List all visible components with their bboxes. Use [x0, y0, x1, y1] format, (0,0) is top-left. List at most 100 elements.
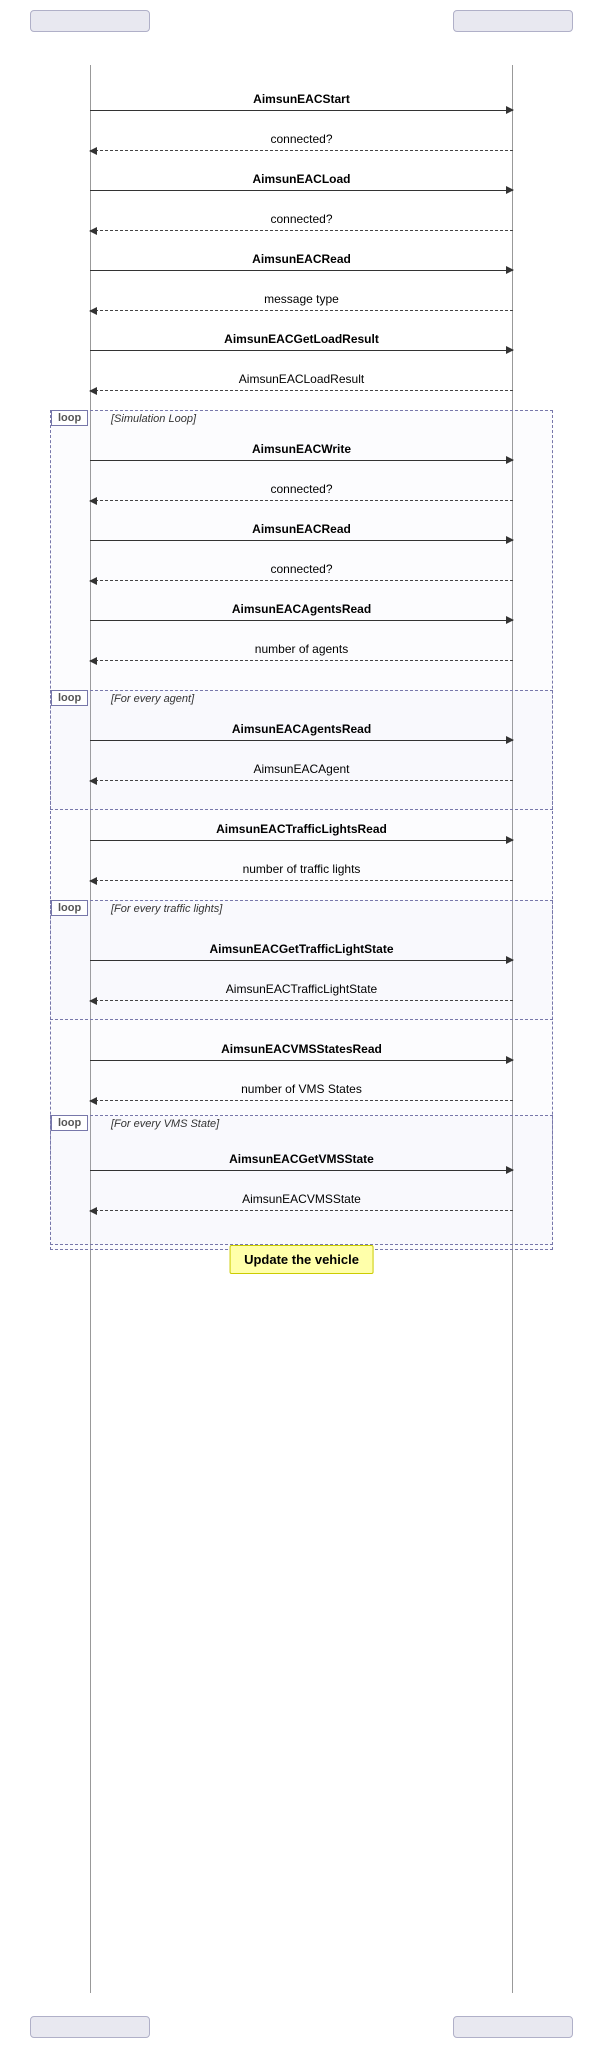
- frame-condition-f2: [For every agent]: [111, 693, 194, 705]
- arrow-label-a22: number of VMS States: [90, 1082, 513, 1096]
- arrow-label-a1: AimsunEACStart: [90, 92, 513, 106]
- arrow-label-a6: message type: [90, 292, 513, 306]
- arrow-line-a17: [90, 840, 513, 841]
- arrowhead-a21: [506, 1056, 514, 1064]
- arrowhead-a4: [89, 227, 97, 235]
- frame-label-f2: loop: [51, 690, 88, 706]
- frame-condition-f3: [For every traffic lights]: [111, 903, 222, 915]
- diagram-container: loop[Simulation Loop]loop[For every agen…: [0, 0, 603, 2048]
- arrow-a15: AimsunEACAgentsRead: [0, 720, 603, 750]
- arrow-label-a11: AimsunEACRead: [90, 522, 513, 536]
- arrow-a2: connected?: [0, 130, 603, 160]
- arrowhead-a18: [89, 877, 97, 885]
- arrow-a21: AimsunEACVMSStatesRead: [0, 1040, 603, 1070]
- arrow-a14: number of agents: [0, 640, 603, 670]
- arrow-a19: AimsunEACGetTrafficLightState: [0, 940, 603, 970]
- arrow-line-a16: [90, 780, 513, 781]
- arrow-label-a24: AimsunEACVMSState: [90, 1192, 513, 1206]
- arrow-a12: connected?: [0, 560, 603, 590]
- arrow-a24: AimsunEACVMSState: [0, 1190, 603, 1220]
- arrowhead-a15: [506, 736, 514, 744]
- arrow-line-a18: [90, 880, 513, 881]
- arrow-a20: AimsunEACTrafficLightState: [0, 980, 603, 1010]
- arrow-label-a18: number of traffic lights: [90, 862, 513, 876]
- arrow-line-a6: [90, 310, 513, 311]
- arrow-line-a24: [90, 1210, 513, 1211]
- arrowhead-a9: [506, 456, 514, 464]
- arrowhead-a16: [89, 777, 97, 785]
- arrow-line-a13: [90, 620, 513, 621]
- arrow-line-a3: [90, 190, 513, 191]
- arrow-label-a2: connected?: [90, 132, 513, 146]
- arrow-a4: connected?: [0, 210, 603, 240]
- arrow-a9: AimsunEACWrite: [0, 440, 603, 470]
- frame-f2: loop [For every agent]: [50, 690, 553, 810]
- arrowhead-a17: [506, 836, 514, 844]
- arrow-a11: AimsunEACRead: [0, 520, 603, 550]
- arrow-a22: number of VMS States: [0, 1080, 603, 1110]
- arrow-line-a14: [90, 660, 513, 661]
- arrow-label-a16: AimsunEACAgent: [90, 762, 513, 776]
- arrow-line-a1: [90, 110, 513, 111]
- arrow-label-a13: AimsunEACAgentsRead: [90, 602, 513, 616]
- arrow-a23: AimsunEACGetVMSState: [0, 1150, 603, 1180]
- arrow-line-a9: [90, 460, 513, 461]
- actor-right-header: [453, 10, 573, 32]
- arrow-label-a9: AimsunEACWrite: [90, 442, 513, 456]
- arrow-label-a8: AimsunEACLoadResult: [90, 372, 513, 386]
- arrow-label-a23: AimsunEACGetVMSState: [90, 1152, 513, 1166]
- arrowhead-a12: [89, 577, 97, 585]
- arrow-a8: AimsunEACLoadResult: [0, 370, 603, 400]
- arrow-line-a22: [90, 1100, 513, 1101]
- arrowhead-a23: [506, 1166, 514, 1174]
- actor-left-footer: [30, 2016, 150, 2038]
- arrow-line-a19: [90, 960, 513, 961]
- arrowhead-a11: [506, 536, 514, 544]
- arrow-label-a19: AimsunEACGetTrafficLightState: [90, 942, 513, 956]
- frame-condition-f4: [For every VMS State]: [111, 1118, 219, 1130]
- actor-left-header: [30, 10, 150, 32]
- arrowhead-a6: [89, 307, 97, 315]
- arrow-line-a2: [90, 150, 513, 151]
- arrow-label-a15: AimsunEACAgentsRead: [90, 722, 513, 736]
- arrowhead-a10: [89, 497, 97, 505]
- frame-label-f3: loop: [51, 900, 88, 916]
- arrow-a7: AimsunEACGetLoadResult: [0, 330, 603, 360]
- arrowhead-a2: [89, 147, 97, 155]
- arrow-a1: AimsunEACStart: [0, 90, 603, 120]
- frame-label-f4: loop: [51, 1115, 88, 1131]
- note-update-vehicle: Update the vehicle: [229, 1245, 374, 1274]
- arrow-label-a4: connected?: [90, 212, 513, 226]
- arrow-a17: AimsunEACTrafficLightsRead: [0, 820, 603, 850]
- actor-right-footer: [453, 2016, 573, 2038]
- arrowhead-a14: [89, 657, 97, 665]
- arrow-a18: number of traffic lights: [0, 860, 603, 890]
- arrow-line-a7: [90, 350, 513, 351]
- arrowhead-a7: [506, 346, 514, 354]
- arrow-line-a11: [90, 540, 513, 541]
- arrow-a13: AimsunEACAgentsRead: [0, 600, 603, 630]
- arrow-label-a21: AimsunEACVMSStatesRead: [90, 1042, 513, 1056]
- arrowhead-a13: [506, 616, 514, 624]
- arrow-line-a10: [90, 500, 513, 501]
- arrow-line-a12: [90, 580, 513, 581]
- arrow-a5: AimsunEACRead: [0, 250, 603, 280]
- arrow-label-a3: AimsunEACLoad: [90, 172, 513, 186]
- arrow-label-a5: AimsunEACRead: [90, 252, 513, 266]
- arrowhead-a24: [89, 1207, 97, 1215]
- arrow-label-a14: number of agents: [90, 642, 513, 656]
- arrow-label-a7: AimsunEACGetLoadResult: [90, 332, 513, 346]
- arrow-line-a8: [90, 390, 513, 391]
- arrow-line-a5: [90, 270, 513, 271]
- arrow-a10: connected?: [0, 480, 603, 510]
- arrow-label-a20: AimsunEACTrafficLightState: [90, 982, 513, 996]
- arrow-line-a20: [90, 1000, 513, 1001]
- arrow-a3: AimsunEACLoad: [0, 170, 603, 200]
- arrow-line-a21: [90, 1060, 513, 1061]
- arrowhead-a8: [89, 387, 97, 395]
- arrowhead-a3: [506, 186, 514, 194]
- arrow-a16: AimsunEACAgent: [0, 760, 603, 790]
- arrowhead-a22: [89, 1097, 97, 1105]
- arrow-label-a17: AimsunEACTrafficLightsRead: [90, 822, 513, 836]
- arrow-line-a4: [90, 230, 513, 231]
